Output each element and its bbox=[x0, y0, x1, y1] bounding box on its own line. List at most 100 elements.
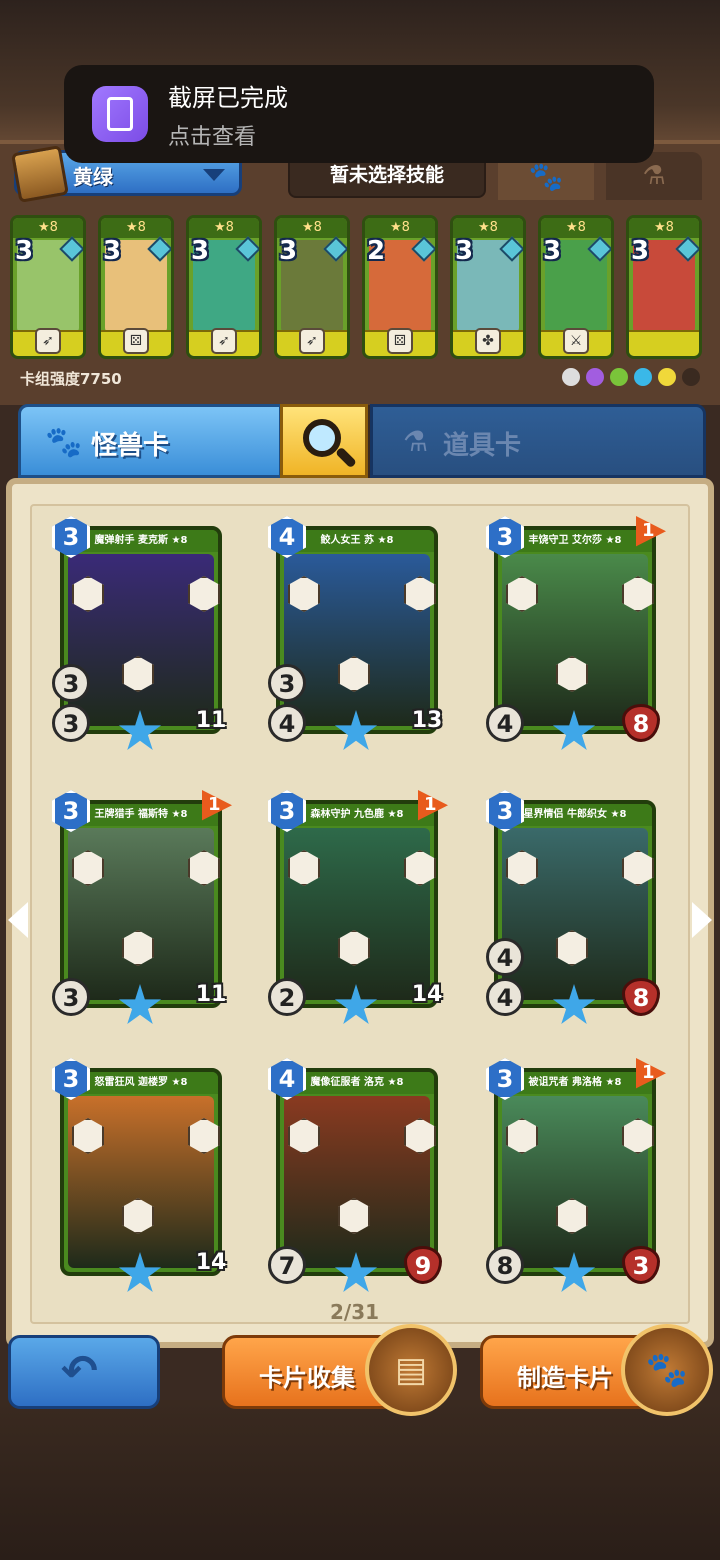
mini-card-cost: 3 bbox=[191, 236, 210, 266]
mini-card-cost: 3 bbox=[543, 236, 562, 266]
card-shield-value: 3 bbox=[52, 664, 90, 702]
deck-mini-card[interactable]: ★8 3 ➶ bbox=[10, 215, 86, 359]
card-attack: 3 bbox=[52, 978, 90, 1016]
tab-item-cards[interactable]: ⚗ 道具卡 bbox=[370, 404, 706, 478]
card-frame: 星界情侣 牛郎织女 ★8 bbox=[494, 800, 656, 1008]
mini-card-star: ★8 bbox=[13, 218, 83, 238]
card-frame: 王牌猎手 福斯特 ★8 bbox=[60, 800, 222, 1008]
neutral-icon bbox=[562, 368, 580, 386]
toast-subtitle: 点击查看 bbox=[168, 124, 257, 150]
dice-icon: ⚄ bbox=[123, 328, 149, 354]
fire-icon bbox=[682, 368, 700, 386]
monster-card[interactable]: 丰饶守卫 艾尔莎 ★8 3 1 4 8 bbox=[486, 516, 666, 751]
card-shield-value: 3 bbox=[268, 664, 306, 702]
screenshot-toast[interactable]: 截屏已完成 点击查看 bbox=[64, 65, 654, 163]
card-frame: 魔弹射手 麦克斯 ★8 bbox=[60, 526, 222, 734]
card-health: 8 bbox=[622, 978, 660, 1016]
mini-card-star: ★8 bbox=[541, 218, 611, 238]
monster-card[interactable]: 魔像征服者 洛克 ★8 4 7 9 bbox=[268, 1058, 444, 1293]
tab-monster-label: 怪兽卡 bbox=[91, 431, 170, 461]
card-attack: 4 bbox=[486, 978, 524, 1016]
bottom-bar bbox=[0, 1400, 720, 1560]
deck-mini-card[interactable]: ★8 3 bbox=[626, 215, 702, 359]
mini-card-star: ★8 bbox=[189, 218, 259, 238]
card-grid: 魔弹射手 麦克斯 ★8 3 3 3 11 鲛人女王 苏 ★8 4 3 4 13 丰饶守卫 艾尔莎 ★… bbox=[30, 504, 690, 1324]
deck-card-row: ★8 3 ➶ ★8 3 ⚄ ★8 3 ➶ ★8 3 ➶ ★8 2 ⚄ ★8 3 ✤ ★8 3 ⚔ ★8 3 bbox=[10, 215, 710, 361]
mini-card-star: ★8 bbox=[101, 218, 171, 238]
search-button[interactable] bbox=[280, 404, 368, 478]
gallery-icon bbox=[92, 86, 148, 142]
back-arrow-icon: ↶ bbox=[61, 1346, 98, 1397]
back-button[interactable]: ↶ bbox=[8, 1335, 160, 1409]
mini-card-star: ★8 bbox=[277, 218, 347, 238]
nature-icon bbox=[610, 368, 628, 386]
mini-card-cost: 2 bbox=[367, 236, 386, 266]
collect-label: 卡片收集 bbox=[259, 1364, 355, 1392]
tab-monster-cards[interactable]: 🐾 怪兽卡 bbox=[18, 404, 282, 478]
search-icon bbox=[303, 419, 341, 457]
shadow-icon bbox=[586, 368, 604, 386]
thunder-icon bbox=[658, 368, 676, 386]
card-attack: 7 bbox=[268, 1246, 306, 1284]
card-health: 11 bbox=[195, 708, 227, 733]
card-frame: 魔像征服者 洛克 ★8 bbox=[276, 1068, 438, 1276]
dice-icon: ⚄ bbox=[387, 328, 413, 354]
mini-card-cost: 3 bbox=[15, 236, 34, 266]
deck-mini-card[interactable]: ★8 3 ⚔ bbox=[538, 215, 614, 359]
deck-mini-card[interactable]: ★8 3 ⚄ bbox=[98, 215, 174, 359]
deck-mini-card[interactable]: ★8 3 ➶ bbox=[274, 215, 350, 359]
monster-card[interactable]: 怒雷狂风 迦楼罗 ★8 3 14 bbox=[52, 1058, 228, 1293]
card-health: 3 bbox=[622, 1246, 660, 1284]
monster-card[interactable]: 森林守护 九色鹿 ★8 3 1 2 14 bbox=[268, 790, 448, 1025]
card-attack: 3 bbox=[52, 704, 90, 742]
category-tabs: 🐾 怪兽卡 ⚗ 道具卡 bbox=[14, 404, 706, 478]
deck-element-icons bbox=[562, 368, 700, 386]
craft-label: 制造卡片 bbox=[517, 1364, 613, 1392]
next-page-arrow[interactable] bbox=[692, 902, 712, 938]
bow-icon: ➶ bbox=[211, 328, 237, 354]
card-frame: 鲛人女王 苏 ★8 bbox=[276, 526, 438, 734]
mini-card-footer bbox=[629, 330, 699, 356]
card-attack: 4 bbox=[268, 704, 306, 742]
deck-name: 黄绿 bbox=[73, 165, 113, 189]
craft-card-button[interactable]: 制造卡片 🐾 bbox=[480, 1324, 713, 1416]
chevron-down-icon bbox=[203, 169, 225, 181]
card-frame: 被诅咒者 弗洛格 ★8 bbox=[494, 1068, 656, 1276]
mini-card-star: ★8 bbox=[453, 218, 523, 238]
clover-icon: ✤ bbox=[475, 328, 501, 354]
card-shield-value: 4 bbox=[486, 938, 524, 976]
card-attack: 4 bbox=[486, 704, 524, 742]
card-health: 11 bbox=[195, 982, 227, 1007]
card-health: 9 bbox=[404, 1246, 442, 1284]
mini-card-star: ★8 bbox=[629, 218, 699, 238]
card-health: 14 bbox=[195, 1250, 227, 1275]
card-health: 13 bbox=[411, 708, 443, 733]
card-album-icon: ▤ bbox=[365, 1324, 457, 1416]
search-icon-handle bbox=[335, 446, 357, 469]
deck-mini-card[interactable]: ★8 2 ⚄ bbox=[362, 215, 438, 359]
card-frame: 怒雷狂风 迦楼罗 ★8 bbox=[60, 1068, 222, 1276]
monster-card[interactable]: 魔弹射手 麦克斯 ★8 3 3 3 11 bbox=[52, 516, 228, 751]
mini-card-cost: 3 bbox=[103, 236, 122, 266]
card-attack: 8 bbox=[486, 1246, 524, 1284]
deck-mini-card[interactable]: ★8 3 ✤ bbox=[450, 215, 526, 359]
monster-card[interactable]: 被诅咒者 弗洛格 ★8 3 1 8 3 bbox=[486, 1058, 666, 1293]
mini-card-cost: 3 bbox=[631, 236, 650, 266]
paw-icon: 🐾 bbox=[45, 425, 83, 460]
card-health: 8 bbox=[622, 704, 660, 742]
water-icon bbox=[634, 368, 652, 386]
sword-icon: ⚔ bbox=[563, 328, 589, 354]
potion-paw-icon: 🐾 bbox=[621, 1324, 713, 1416]
prev-page-arrow[interactable] bbox=[8, 902, 28, 938]
monster-card[interactable]: 鲛人女王 苏 ★8 4 3 4 13 bbox=[268, 516, 444, 751]
page-indicator: 2/31 bbox=[330, 1300, 380, 1324]
deck-strength: 卡组强度7750 bbox=[20, 370, 122, 388]
potion-icon: ⚗ bbox=[403, 425, 429, 458]
monster-card[interactable]: 王牌猎手 福斯特 ★8 3 1 3 11 bbox=[52, 790, 232, 1025]
card-attack: 2 bbox=[268, 978, 306, 1016]
monster-card[interactable]: 星界情侣 牛郎织女 ★8 3 4 4 8 bbox=[486, 790, 662, 1025]
card-health: 14 bbox=[411, 982, 443, 1007]
card-collection-button[interactable]: 卡片收集 ▤ bbox=[222, 1324, 457, 1416]
deck-mini-card[interactable]: ★8 3 ➶ bbox=[186, 215, 262, 359]
card-frame: 森林守护 九色鹿 ★8 bbox=[276, 800, 438, 1008]
